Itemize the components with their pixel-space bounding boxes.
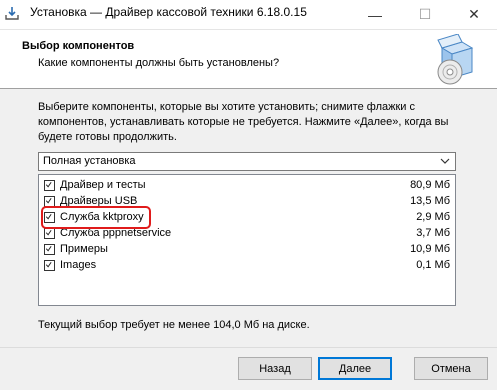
component-size: 3,7 Мб	[416, 227, 450, 239]
component-checkbox[interactable]	[44, 244, 55, 255]
component-checkbox[interactable]	[44, 196, 55, 207]
check-icon	[45, 261, 52, 268]
component-row-images[interactable]: Images 0,1 Мб	[39, 258, 455, 274]
install-type-value: Полная установка	[43, 155, 136, 167]
maximize-button[interactable]: ☐	[402, 0, 448, 29]
footer-divider	[0, 347, 497, 348]
next-button[interactable]: Далее	[318, 357, 392, 380]
check-icon	[45, 197, 52, 204]
window-title: Установка — Драйвер кассовой техники 6.1…	[30, 5, 307, 19]
component-checkbox[interactable]	[44, 180, 55, 191]
component-size: 2,9 Мб	[416, 211, 450, 223]
check-icon	[45, 213, 52, 220]
component-size: 80,9 Мб	[410, 179, 450, 191]
check-icon	[45, 229, 52, 236]
component-row-driver[interactable]: Драйвер и тесты 80,9 Мб	[39, 178, 455, 194]
component-label: Драйверы USB	[60, 195, 138, 207]
component-row-pppnetservice[interactable]: Служба pppnetservice 3,7 Мб	[39, 226, 455, 242]
component-checkbox[interactable]	[44, 212, 55, 223]
close-button[interactable]: ✕	[451, 0, 497, 29]
page-title: Выбор компонентов	[22, 40, 135, 52]
back-button[interactable]: Назад	[238, 357, 312, 380]
component-label: Драйвер и тесты	[60, 179, 146, 191]
title-bar: Установка — Драйвер кассовой техники 6.1…	[0, 0, 497, 30]
components-list[interactable]: Драйвер и тесты 80,9 Мб Драйверы USB 13,…	[38, 174, 456, 306]
component-label: Служба kktproxy	[60, 211, 144, 223]
component-row-examples[interactable]: Примеры 10,9 Мб	[39, 242, 455, 258]
component-size: 10,9 Мб	[410, 243, 450, 255]
check-icon	[45, 181, 52, 188]
component-checkbox[interactable]	[44, 260, 55, 271]
cancel-button[interactable]: Отмена	[414, 357, 488, 380]
chevron-down-icon	[440, 158, 450, 164]
component-size: 13,5 Мб	[410, 195, 450, 207]
component-label: Служба pppnetservice	[60, 227, 172, 239]
page-subtitle: Какие компоненты должны быть установлены…	[38, 57, 280, 69]
check-icon	[45, 245, 52, 252]
component-label: Примеры	[60, 243, 108, 255]
instructions-text: Выберите компоненты, которые вы хотите у…	[38, 101, 449, 143]
disk-space-text: Текущий выбор требует не менее 104,0 Мб …	[38, 319, 310, 331]
component-row-usb[interactable]: Драйверы USB 13,5 Мб	[39, 194, 455, 210]
component-label: Images	[60, 259, 97, 271]
install-type-dropdown[interactable]: Полная установка	[38, 152, 456, 171]
minimize-button[interactable]: —	[352, 0, 398, 29]
component-row-kktproxy[interactable]: Служба kktproxy 2,9 Мб	[39, 210, 455, 226]
component-checkbox[interactable]	[44, 228, 55, 239]
installer-app-icon	[5, 7, 19, 20]
wizard-header: Выбор компонентов Какие компоненты должн…	[0, 30, 497, 89]
box-disc-icon	[437, 34, 474, 85]
component-size: 0,1 Мб	[416, 259, 450, 271]
